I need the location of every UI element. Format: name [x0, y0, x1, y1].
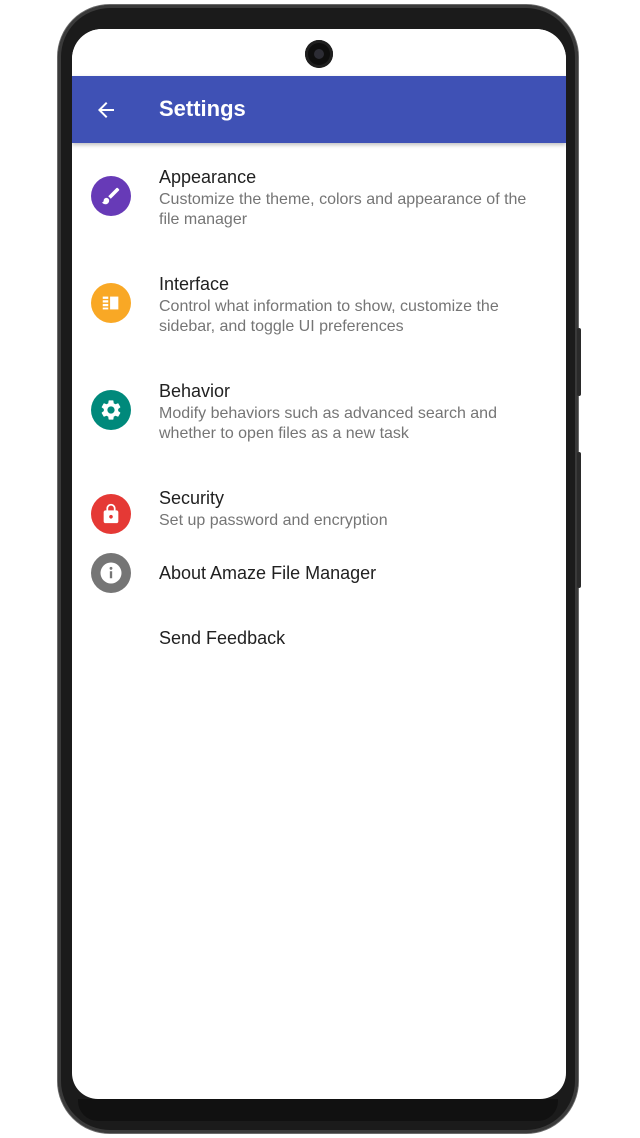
settings-item-summary: Control what information to show, custom…: [159, 298, 499, 335]
lock-icon: [91, 494, 131, 534]
settings-item-title: About Amaze File Manager: [159, 563, 377, 583]
info-icon: [91, 553, 131, 593]
settings-item-title: Interface: [159, 274, 230, 294]
settings-item-security[interactable]: Security Set up password and encryption: [72, 464, 566, 550]
settings-item-title: Appearance: [159, 167, 257, 187]
settings-item-title: Security: [159, 488, 225, 508]
view-quilt-icon: [91, 283, 131, 323]
settings-item-title: Send Feedback: [159, 628, 286, 648]
page-title: Settings: [159, 96, 246, 121]
settings-item-appearance[interactable]: Appearance Customize the theme, colors a…: [72, 143, 566, 250]
settings-item-behavior[interactable]: Behavior Modify behaviors such as advanc…: [72, 357, 566, 464]
app-toolbar: Settings: [72, 76, 566, 143]
settings-item-summary: Customize the theme, colors and appearan…: [159, 191, 527, 228]
front-camera: [305, 40, 333, 68]
power-button: [577, 452, 581, 588]
phone-bottom-edge: [78, 1099, 558, 1121]
settings-item-about[interactable]: About Amaze File Manager: [72, 550, 566, 616]
settings-item-title: Behavior: [159, 381, 231, 401]
settings-item-send-feedback[interactable]: Send Feedback: [72, 616, 566, 672]
settings-item-interface[interactable]: Interface Control what information to sh…: [72, 250, 566, 357]
screen: Settings Appearance Customize the theme,…: [72, 29, 566, 1099]
gear-icon: [91, 390, 131, 430]
back-button[interactable]: [86, 90, 126, 130]
status-bar: [72, 29, 566, 76]
brush-icon: [91, 176, 131, 216]
settings-list: Appearance Customize the theme, colors a…: [72, 143, 566, 672]
arrow-back-icon: [98, 102, 114, 118]
settings-item-summary: Modify behaviors such as advanced search…: [159, 405, 497, 442]
volume-button: [577, 328, 581, 396]
settings-item-summary: Set up password and encryption: [159, 512, 388, 529]
